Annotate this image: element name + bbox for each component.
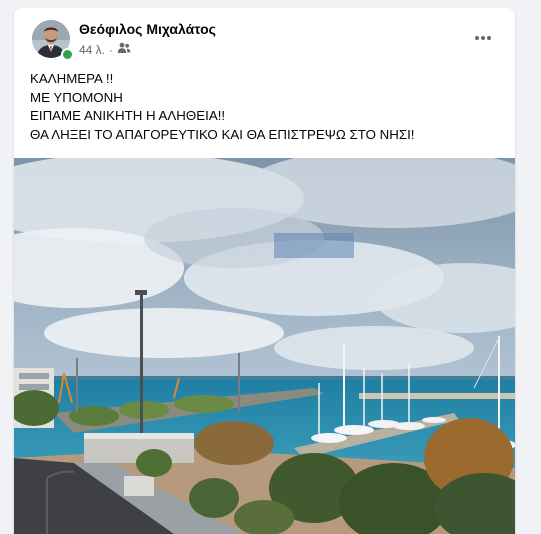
post-text-line: ΘΑ ΛΗΞΕΙ ΤΟ ΑΠΑΓΟΡΕΥΤΙΚΟ ΚΑΙ ΘΑ ΕΠΙΣΤΡΕΨ…	[30, 126, 415, 142]
post-header: Θεόφιλος Μιχαλάτος 44 λ. ·	[14, 8, 515, 64]
post-photo[interactable]	[14, 158, 515, 534]
more-options-icon	[475, 36, 491, 40]
online-status-dot	[61, 48, 74, 61]
post-text-line: ΜΕ ΥΠΟΜΟΝΗ	[30, 89, 123, 105]
friends-icon[interactable]	[117, 42, 131, 57]
post-card: Θεόφιλος Μιχαλάτος 44 λ. · ΚΑΛΗΜΕΡΑ !! Μ…	[14, 8, 515, 534]
post-timestamp[interactable]: 44 λ.	[79, 43, 105, 57]
harbor-photo-image	[14, 158, 515, 534]
post-text-line: ΕΙΠΑΜΕ ΑΝΙΚΗΤΗ Η ΑΛΗΘΕΙΑ!!	[30, 108, 226, 124]
post-text-line: ΚΑΛΗΜΕΡΑ !!	[30, 71, 114, 86]
author-name[interactable]: Θεόφιλος Μιχαλάτος	[79, 21, 216, 37]
post-meta: 44 λ. ·	[79, 42, 131, 57]
meta-separator: ·	[109, 42, 114, 57]
more-options-button[interactable]	[469, 26, 497, 50]
post-text: ΚΑΛΗΜΕΡΑ !! ΜΕ ΥΠΟΜΟΝΗ ΕΙΠΑΜΕ ΑΝΙΚΗΤΗ Η …	[30, 70, 500, 144]
